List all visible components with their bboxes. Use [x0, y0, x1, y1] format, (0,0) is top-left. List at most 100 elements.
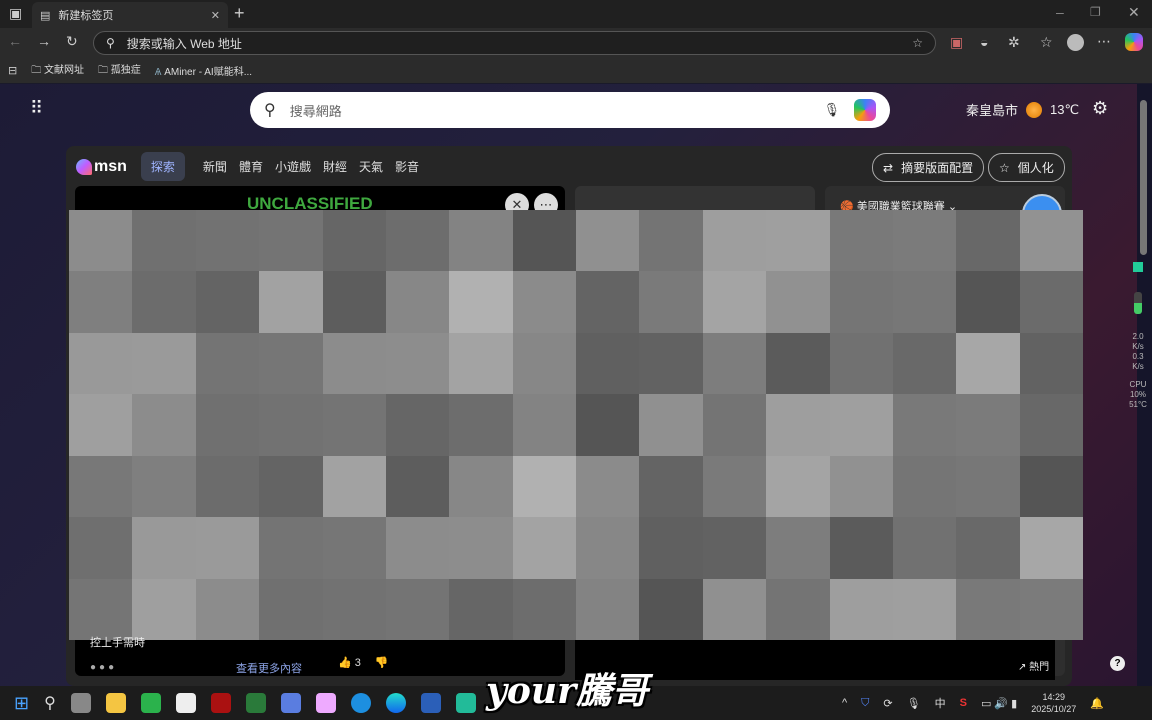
- mosaic-block: [195, 517, 260, 579]
- bookmark-folder[interactable]: 🗀 孤独症: [98, 61, 141, 80]
- copilot-icon[interactable]: [1125, 33, 1143, 51]
- mosaic-block: [892, 332, 957, 395]
- nav-explore[interactable]: 探索: [140, 152, 185, 181]
- mosaic-block: [639, 394, 703, 456]
- help-icon[interactable]: ?: [1110, 656, 1125, 671]
- mosaic-block: [892, 578, 957, 640]
- close-window-icon[interactable]: ✕: [1128, 4, 1140, 21]
- mosaic-block: [1019, 394, 1083, 456]
- minimize-icon[interactable]: –: [1056, 4, 1064, 20]
- task-view-icon[interactable]: [70, 693, 91, 713]
- close-tab-icon[interactable]: ✕: [211, 9, 220, 22]
- mosaic-block: [639, 455, 703, 518]
- network-volume-battery[interactable]: ▭ 🔊 ▮: [981, 697, 1017, 710]
- scrollbar-thumb[interactable]: [1140, 100, 1147, 255]
- page-icon: ▤: [40, 9, 51, 22]
- msn-nav: msn 探索 新聞 體育 小遊戲 財經 天氣 影音: [76, 152, 419, 181]
- mosaic-block: [69, 578, 133, 640]
- star-pen-icon: ☆: [999, 160, 1010, 175]
- security-icon[interactable]: ⛉: [861, 697, 869, 710]
- baidu-netdisk-icon[interactable]: [315, 693, 336, 713]
- extension-tv-icon[interactable]: ▣: [950, 34, 963, 51]
- mosaic-block: [576, 517, 640, 579]
- favorite-star-icon[interactable]: ☆: [912, 36, 923, 50]
- notifications-icon[interactable]: 🔔: [1090, 697, 1104, 710]
- mosaic-block: [576, 578, 640, 640]
- apps-grid-icon[interactable]: ⠿: [30, 98, 43, 119]
- mosaic-block: [195, 332, 260, 395]
- settings-gear-icon[interactable]: ⚙: [1092, 98, 1108, 119]
- pagination-dots[interactable]: ●●●: [90, 662, 117, 673]
- edge-icon[interactable]: [385, 693, 406, 713]
- file-explorer-icon[interactable]: [105, 693, 126, 713]
- mosaic-block: [385, 517, 450, 579]
- search-icon[interactable]: ⚲: [44, 693, 56, 713]
- layout-button[interactable]: ⇄ 摘要版面配置: [872, 153, 985, 182]
- mosaic-block: [956, 394, 1020, 456]
- nav-video[interactable]: 影音: [395, 158, 419, 175]
- collections-icon[interactable]: ⊟: [8, 64, 17, 77]
- weather-widget[interactable]: 秦皇島市 13℃: [966, 100, 1079, 119]
- profile-avatar[interactable]: [1067, 34, 1084, 51]
- app-icon[interactable]: [350, 693, 371, 713]
- mic-icon[interactable]: 🎙: [907, 697, 921, 710]
- mosaic-block: [259, 332, 323, 395]
- sync-icon[interactable]: ⟳: [883, 697, 892, 710]
- cloud-app-icon[interactable]: [280, 693, 301, 713]
- nav-weather[interactable]: 天氣: [359, 158, 383, 175]
- new-tab-icon[interactable]: +: [234, 3, 245, 24]
- mosaic-block: [576, 332, 640, 395]
- nav-finance[interactable]: 財經: [323, 158, 347, 175]
- aminer-icon: Ѧ: [154, 67, 162, 78]
- extension-icon[interactable]: ◒: [980, 34, 988, 50]
- sogou-icon[interactable]: S: [960, 697, 967, 709]
- mosaic-block: [829, 394, 893, 456]
- app-icon[interactable]: [245, 693, 266, 713]
- mosaic-block: [576, 455, 640, 518]
- nav-games[interactable]: 小遊戲: [275, 158, 311, 175]
- nav-sports[interactable]: 體育: [239, 158, 263, 175]
- mosaic-block: [69, 394, 133, 456]
- windows-start-icon[interactable]: ⊞: [14, 693, 29, 714]
- word-icon[interactable]: [420, 693, 441, 713]
- back-icon[interactable]: ←: [8, 33, 22, 49]
- address-bar[interactable]: ⚲ 搜索或输入 Web 地址 ☆: [93, 31, 936, 55]
- qq-icon[interactable]: [175, 693, 196, 713]
- reactions: 👍 3 👎: [338, 656, 389, 669]
- more-icon[interactable]: ⋯: [1097, 33, 1111, 50]
- bookmark-link[interactable]: Ѧ AMiner - AI赋能科...: [155, 63, 252, 78]
- tab-actions-icon[interactable]: ▣: [9, 5, 22, 22]
- like-button[interactable]: 👍 3: [338, 656, 361, 669]
- clock[interactable]: 14:29 2025/10/27: [1031, 691, 1076, 715]
- mosaic-block: [132, 332, 196, 395]
- personalize-button[interactable]: ☆ 個人化: [988, 153, 1065, 182]
- mosaic-block: [195, 271, 260, 333]
- mosaic-block: [322, 394, 386, 456]
- wechat-icon[interactable]: [140, 693, 161, 713]
- upload-unit: K/s: [1132, 342, 1144, 351]
- mosaic-block: [449, 394, 513, 456]
- mosaic-block: [702, 332, 767, 395]
- mosaic-block: [195, 455, 260, 518]
- app-icon[interactable]: [210, 693, 231, 713]
- nav-news[interactable]: 新聞: [203, 158, 227, 175]
- bookmark-folder[interactable]: 🗀 文献网址: [31, 61, 84, 80]
- microphone-icon[interactable]: 🎙: [823, 102, 840, 118]
- mosaic-block: [512, 271, 576, 333]
- dislike-icon[interactable]: 👎: [375, 656, 389, 669]
- web-search-box[interactable]: ⚲ 搜尋網路 🎙: [250, 92, 890, 128]
- time: 14:29: [1042, 692, 1065, 702]
- extensions-puzzle-icon[interactable]: ✲: [1008, 34, 1020, 51]
- msn-logo[interactable]: msn: [76, 158, 127, 176]
- see-more-link[interactable]: 查看更多內容: [236, 660, 302, 676]
- mosaic-block: [956, 332, 1020, 395]
- favorites-icon[interactable]: ☆: [1040, 34, 1053, 51]
- restore-icon[interactable]: ❐: [1090, 5, 1101, 19]
- refresh-icon[interactable]: ↻: [66, 33, 78, 50]
- tab-new-tab[interactable]: ▤ 新建标签页 ✕: [32, 2, 228, 28]
- show-hidden-icons[interactable]: ^: [842, 697, 847, 709]
- copilot-icon[interactable]: [854, 99, 876, 121]
- forward-icon[interactable]: →: [37, 33, 51, 49]
- app-icon[interactable]: [455, 693, 476, 713]
- ime-indicator[interactable]: 中: [935, 695, 946, 711]
